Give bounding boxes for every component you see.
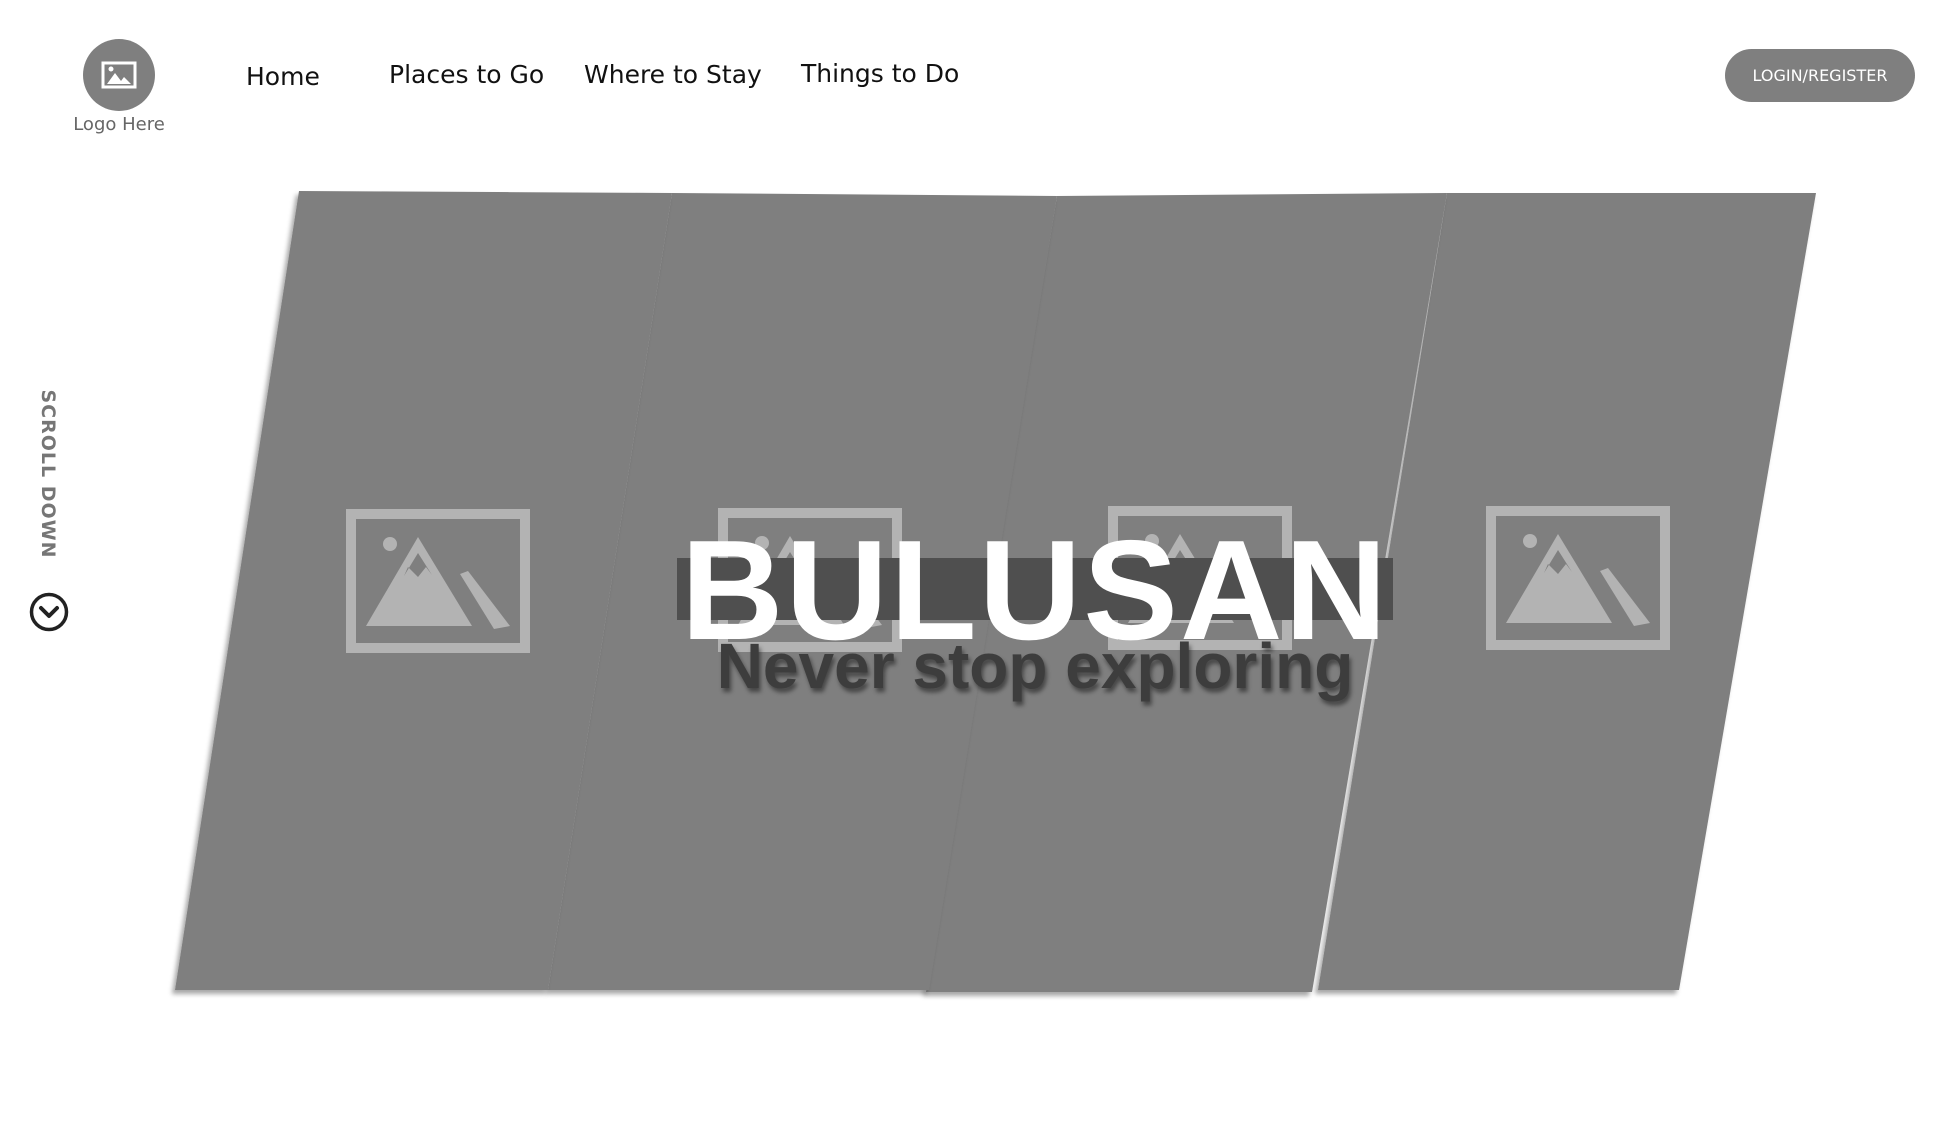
hero-section: BULUSAN Never stop exploring (0, 0, 1958, 1125)
hero-subtitle: Never stop exploring (716, 630, 1354, 702)
